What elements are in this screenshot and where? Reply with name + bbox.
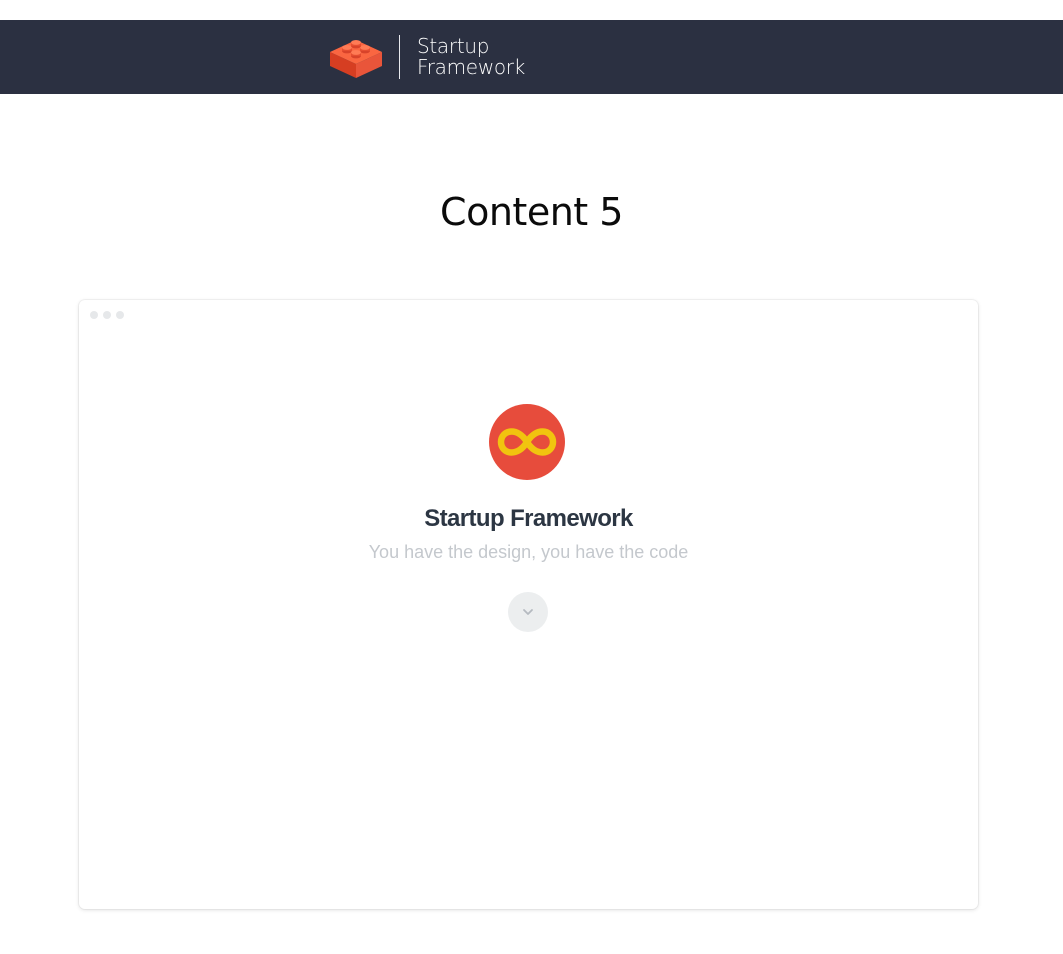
- top-navigation-bar: Startup Framework: [0, 20, 1063, 94]
- hero-subtitle: You have the design, you have the code: [368, 542, 689, 562]
- brand[interactable]: Startup Framework: [330, 35, 525, 79]
- scroll-down-button[interactable]: [508, 592, 548, 632]
- window-controls-icon: [90, 311, 124, 319]
- brand-name-line1: Startup: [417, 34, 490, 58]
- brand-name-line2: Framework: [417, 55, 526, 79]
- window-dot: [103, 311, 111, 319]
- brand-name: Startup Framework: [417, 36, 525, 78]
- chevron-down-icon: [523, 609, 533, 615]
- hero-title: Startup Framework: [424, 505, 633, 532]
- preview-window: Startup Framework You have the design, y…: [79, 300, 978, 909]
- lego-brick-icon: [330, 40, 382, 78]
- window-dot: [90, 311, 98, 319]
- infinity-icon: [489, 404, 565, 480]
- window-dot: [116, 311, 124, 319]
- brand-divider: [399, 35, 400, 79]
- page-title: Content 5: [440, 190, 623, 234]
